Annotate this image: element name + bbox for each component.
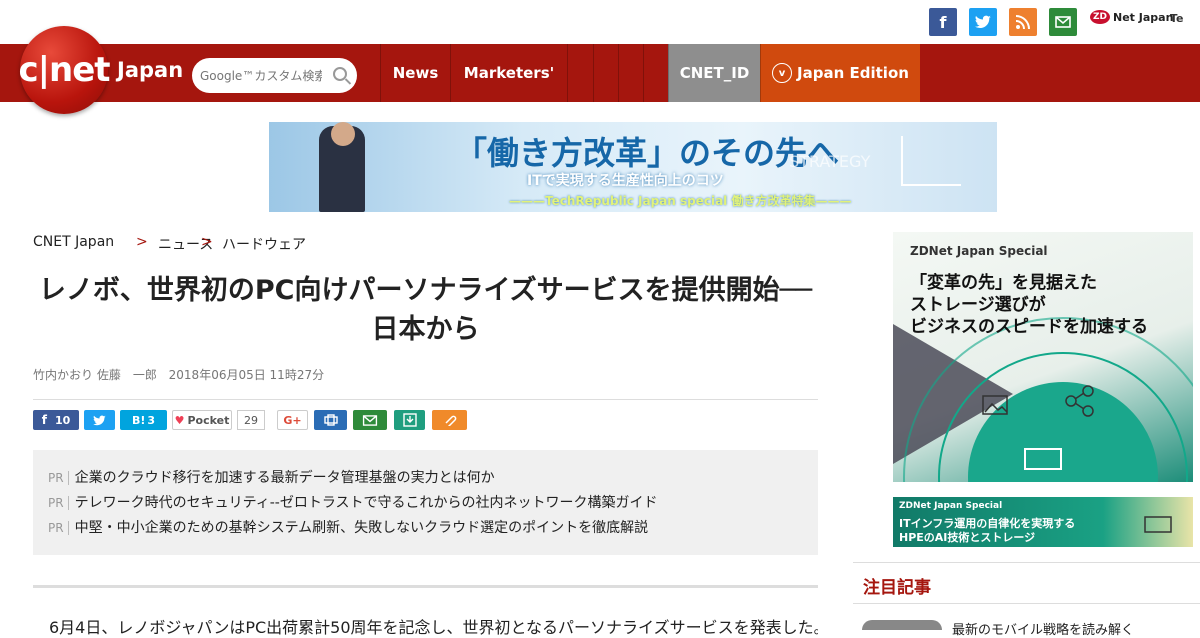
search-icon[interactable]: [333, 67, 347, 81]
search-box: [192, 58, 357, 93]
facebook-count: 10: [54, 413, 71, 427]
sidebar-article-link[interactable]: 最新のモバイル戦略を読み解く: [952, 619, 1134, 638]
top-social-bar: f ZD Net Japan Te: [0, 0, 1200, 44]
pr-item[interactable]: PR 中堅・中小企業のための基幹システム刷新、失敗しないクラウド選定のポイントを徹…: [48, 517, 648, 537]
pocket-label: Pocket: [187, 413, 230, 427]
ad-header: ZDNet Japan Special: [910, 244, 1048, 258]
article-body: 6月4日、レノボジャパンはPC出荷累計50周年を記念し、世界初となるパーソナライ…: [49, 618, 818, 637]
monitor-icon: [1144, 516, 1172, 533]
nav-japan-edition[interactable]: v Japan Edition: [760, 44, 920, 102]
twitter-icon: [93, 415, 106, 425]
pocket-icon: ♥: [174, 413, 185, 427]
image-icon: [982, 395, 1008, 415]
twitter-share-button[interactable]: [84, 410, 115, 430]
pr-box: PR 企業のクラウド移行を加速する最新データ管理基盤の実力とは何か PR テレワーク…: [33, 450, 818, 555]
article-date: 2018年06月05日 11時27分: [168, 368, 325, 382]
top-banner-ad[interactable]: 「働き方改革」のその先へ ITで実現する生産性向上のコツ ———TechRepu…: [269, 122, 997, 212]
mail-icon: [362, 414, 378, 426]
print-button[interactable]: [314, 410, 347, 430]
zdnet-link[interactable]: ZD Net Japan: [1090, 10, 1173, 24]
print-icon: [323, 414, 338, 426]
monitor-icon: [1024, 448, 1062, 470]
sidebar-section-title: 注目記事: [863, 578, 931, 598]
breadcrumb-home[interactable]: CNET Japan: [33, 234, 114, 250]
hatena-count: 3: [147, 413, 156, 427]
pr-tag: PR: [48, 521, 69, 535]
nav-empty-2[interactable]: [593, 44, 618, 102]
techrepublic-link[interactable]: Te: [1170, 12, 1184, 25]
banner-headline: 「働き方改革」のその先へ: [455, 134, 840, 172]
ad-line: ビジネスのスピードを加速する: [910, 317, 1148, 337]
facebook-icon: f: [41, 413, 47, 427]
facebook-share-button[interactable]: f 10: [33, 410, 79, 430]
ad-line: HPEのAI技術とストレージ: [899, 531, 1036, 544]
sidebar-ad-infra[interactable]: ZDNet Japan Special ITインフラ運用の自律化を実現する HP…: [893, 497, 1193, 547]
save-button[interactable]: [394, 410, 425, 430]
hatena-bookmark-button[interactable]: B! 3: [120, 410, 167, 430]
divider: [33, 585, 818, 588]
chevron-down-icon: v: [772, 63, 793, 83]
article-title: レノボ、世界初のPC向けパーソナライズサービスを提供開始──日本から: [38, 275, 813, 345]
clip-button[interactable]: [432, 410, 467, 430]
article-byline: 竹内かおり 佐藤 一郎 2018年06月05日 11時27分: [33, 366, 324, 383]
nav-marketers[interactable]: Marketers': [450, 44, 567, 102]
edition-label: Japan Edition: [797, 64, 909, 82]
sidebar-section-header: 注目記事: [853, 562, 1200, 604]
cnet-japan-wordmark[interactable]: Japan: [117, 58, 183, 82]
cnet-logo[interactable]: c|net: [18, 26, 111, 114]
download-icon: [402, 413, 417, 427]
divider: [33, 399, 818, 400]
rss-icon[interactable]: [1009, 8, 1037, 36]
banner-strategy: STRATEGY: [789, 152, 871, 171]
breadcrumb-separator: >: [136, 234, 148, 250]
nav-empty-4[interactable]: [643, 44, 668, 102]
breadcrumb-separator: >: [201, 234, 213, 250]
google-plus-button[interactable]: G+: [277, 410, 308, 430]
hatena-icon: B!: [131, 413, 146, 427]
nav-cnet-id[interactable]: CNET_ID: [668, 44, 760, 102]
pocket-count: 29: [237, 410, 265, 430]
article-author: 竹内かおり 佐藤 一郎: [33, 368, 157, 382]
pocket-button[interactable]: ♥ Pocket: [172, 410, 232, 430]
pr-item[interactable]: PR 企業のクラウド移行を加速する最新データ管理基盤の実力とは何か: [48, 467, 495, 487]
zdnet-label: Net Japan: [1113, 10, 1174, 24]
twitter-icon[interactable]: [969, 8, 997, 36]
mail-icon[interactable]: [1049, 8, 1077, 36]
pr-tag: PR: [48, 496, 69, 510]
banner-tagline: ———TechRepublic Japan special 働き方改革特集———: [509, 194, 852, 208]
sidebar-ad-storage[interactable]: ZDNet Japan Special 「変革の先」を見据えた ストレージ選びが…: [893, 232, 1193, 482]
zdnet-logo-icon: ZD: [1090, 10, 1110, 24]
banner-subline: ITで実現する生産性向上のコツ: [527, 173, 724, 189]
nav-empty-3[interactable]: [618, 44, 643, 102]
share-node-icon: [1065, 385, 1094, 417]
pr-item-text: 企業のクラウド移行を加速する最新データ管理基盤の実力とは何か: [74, 470, 495, 486]
chart-icon: [901, 136, 961, 186]
pr-item[interactable]: PR テレワーク時代のセキュリティ--ゼロトラストで守るこれからの社内ネットワーク…: [48, 492, 658, 512]
search-input[interactable]: [192, 58, 322, 93]
facebook-icon[interactable]: f: [929, 8, 957, 36]
pr-item-text: 中堅・中小企業のための基幹システム刷新、失敗しないクラウド選定のポイントを徹底解…: [74, 520, 649, 536]
breadcrumb-hardware[interactable]: ハードウェア: [222, 234, 306, 254]
pr-item-text: テレワーク時代のセキュリティ--ゼロトラストで守るこれからの社内ネットワーク構築…: [74, 495, 658, 511]
nav-news[interactable]: News: [380, 44, 450, 102]
nav-empty-1[interactable]: [567, 44, 593, 102]
businessman-head: [331, 122, 355, 146]
ad-header: ZDNet Japan Special: [899, 501, 1003, 511]
pr-tag: PR: [48, 471, 69, 485]
email-share-button[interactable]: [353, 410, 387, 430]
paperclip-icon: [444, 415, 456, 426]
sidebar-thumbnail[interactable]: [862, 620, 942, 630]
